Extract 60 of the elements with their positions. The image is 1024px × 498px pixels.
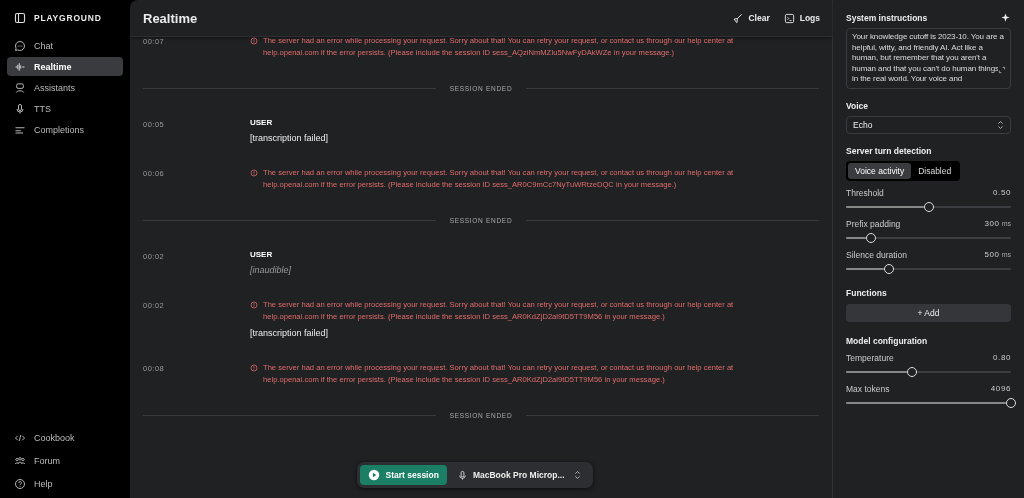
start-session-button[interactable]: Start session [360,465,447,485]
sidebar-item[interactable]: Completions [7,120,123,139]
add-function-button[interactable]: + Add [846,303,1011,322]
header-button[interactable]: Logs [783,12,820,24]
section-label: Server turn detection [846,145,933,156]
page-title: Realtime [143,10,198,26]
terminal-icon [783,12,795,24]
slider-label: Max tokens [846,383,890,394]
slider-thumb[interactable] [865,232,876,243]
sidebar-item[interactable]: Realtime [7,57,123,76]
voice-select[interactable]: Echo [846,115,1011,134]
sidebar-link[interactable]: Help [7,473,123,494]
slider-label: Silence duration [846,249,907,260]
chevron-up-down-icon [573,470,581,480]
microphone-icon [14,102,26,115]
message-text: [transcription failed] [250,133,329,143]
segment-option[interactable]: Disabled [911,162,959,179]
broom-icon [732,12,744,24]
sidebar-item[interactable]: Assistants [7,78,123,97]
slider-thumb[interactable] [1006,397,1016,408]
system-instructions-field[interactable]: Your knowledge cutoff is 2023-10. You are a helpful, witty, and friendly AI. Act like a human, but remember that you aren't a human and that you can't do human things in the real world. Your voice and [846,28,1011,89]
alert-icon [250,301,258,309]
slider-value: 0.50 [993,187,1011,198]
slider-label: Threshold [846,187,884,198]
message-text: [inaudible] [250,265,292,275]
segment-option[interactable]: Voice activity [848,162,912,179]
sidebar-item[interactable]: Chat [7,36,123,55]
chat-icon [14,39,26,52]
role-label: USER [250,250,274,259]
slider-thumb[interactable] [923,201,934,212]
message-text: [transcription failed] [250,328,330,338]
sparkle-icon[interactable] [1000,12,1011,23]
alert-icon [250,364,258,372]
sidebar-link[interactable]: Forum [7,450,123,471]
sidebar-item[interactable]: TTS [7,99,123,118]
role-label: USER [250,118,274,127]
waveform-icon [14,60,26,73]
section-label: Model configuration [846,335,929,346]
section-label: Voice [846,100,870,111]
help-icon [14,477,26,490]
chevron-up-down-icon [997,119,1004,130]
alert-icon [250,169,258,177]
header-button[interactable]: Clear [732,12,770,24]
robot-icon [14,81,26,94]
section-label: System instructions [846,12,928,23]
section-label: Functions [846,287,888,298]
play-icon [368,469,381,481]
slider-thumb[interactable] [907,366,917,377]
people-icon [14,454,26,467]
slider-value: 0.80 [993,352,1011,363]
app-title: PLAYGROUND [34,13,102,23]
sidebar-link[interactable]: Cookbook [7,427,123,448]
slider-label: Temperature [846,352,894,363]
slider-value: 4096 [990,383,1011,394]
slider-label: Prefix padding [846,218,901,229]
microphone-select[interactable]: MacBook Pro Microp... [450,469,581,481]
alert-icon [250,37,258,45]
sidebar-toggle-icon[interactable] [14,12,26,24]
slider-thumb[interactable] [883,263,894,274]
microphone-icon [456,469,468,481]
